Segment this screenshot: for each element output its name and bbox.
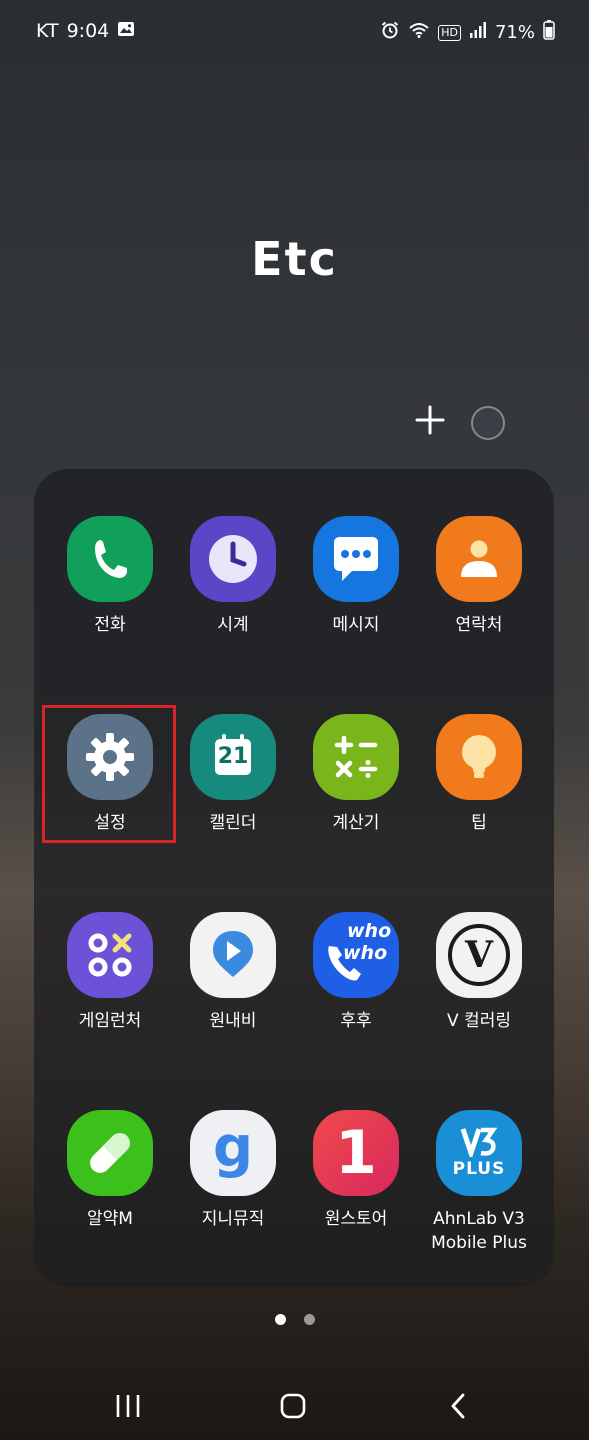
genie-logo-text: g — [212, 1115, 254, 1180]
back-button[interactable] — [428, 1386, 488, 1426]
pill-icon — [67, 1110, 153, 1196]
v-coloring-icon: V — [436, 912, 522, 998]
app-onestore[interactable]: 1 원스토어 — [295, 1110, 417, 1231]
app-label: 메시지 — [332, 615, 380, 635]
recents-button[interactable] — [98, 1386, 158, 1426]
message-icon — [313, 516, 399, 602]
status-right: HD 71% — [380, 20, 555, 45]
settings-highlight-box — [42, 705, 176, 843]
ahnlab-plus-text: PLUS — [452, 1159, 506, 1179]
ahnlab-v3-icon: PLUS — [436, 1110, 522, 1196]
recents-icon — [116, 1395, 140, 1417]
genie-music-icon: g — [190, 1110, 276, 1196]
app-calculator[interactable]: 계산기 — [295, 714, 417, 835]
home-button[interactable] — [263, 1386, 323, 1426]
app-contacts[interactable]: 연락처 — [418, 516, 540, 637]
calendar-icon: 21 — [190, 714, 276, 800]
page-dot[interactable] — [303, 1314, 315, 1325]
status-bar: KT 9:04 HD 71% — [0, 0, 589, 64]
hd-icon: HD — [438, 24, 461, 41]
app-alyac-m[interactable]: 알약M — [49, 1110, 171, 1231]
page-dot-active[interactable] — [274, 1314, 286, 1325]
app-v-coloring[interactable]: V V 컬러링 — [418, 912, 540, 1033]
whowho-icon: who who — [313, 912, 399, 998]
app-label: 원스토어 — [324, 1209, 388, 1229]
v-logo-text: V — [465, 934, 493, 976]
lightbulb-icon — [436, 714, 522, 800]
page-indicator — [0, 1314, 589, 1325]
game-launcher-icon — [67, 912, 153, 998]
navigation-icon — [190, 912, 276, 998]
app-clock[interactable]: 시계 — [172, 516, 294, 637]
onestore-icon: 1 — [313, 1110, 399, 1196]
whowho-text-2: who — [343, 942, 388, 964]
v3-logo-icon — [460, 1127, 498, 1157]
time-label: 9:04 — [66, 20, 110, 42]
folder-color-button[interactable] — [471, 406, 505, 440]
onestore-logo-text: 1 — [335, 1118, 377, 1188]
home-icon — [280, 1393, 306, 1419]
app-phone[interactable]: 전화 — [49, 516, 171, 637]
app-tips[interactable]: 팁 — [418, 714, 540, 835]
folder-title[interactable]: Etc — [0, 232, 589, 286]
navigation-bar — [0, 1370, 589, 1440]
app-label: 캘린더 — [209, 813, 257, 833]
calendar-day: 21 — [217, 744, 249, 769]
alarm-icon — [380, 20, 400, 45]
app-label: 연락처 — [455, 615, 503, 635]
image-icon — [117, 20, 135, 42]
app-calendar[interactable]: 21 캘린더 — [172, 714, 294, 835]
carrier-label: KT — [36, 20, 59, 42]
back-icon — [451, 1393, 465, 1419]
calculator-icon — [313, 714, 399, 800]
app-label: 팁 — [471, 813, 487, 833]
app-label: 시계 — [217, 615, 249, 635]
wifi-icon — [408, 21, 430, 44]
app-label: 알약M — [87, 1209, 133, 1229]
battery-percent: 71% — [494, 22, 535, 43]
app-game-launcher[interactable]: 게임런처 — [49, 912, 171, 1033]
plus-icon — [415, 405, 445, 435]
app-label: V 컬러링 — [447, 1011, 511, 1031]
whowho-text-1: who — [347, 920, 392, 942]
app-label: 게임런처 — [78, 1011, 142, 1031]
app-label: 후후 — [340, 1011, 372, 1031]
app-label: 계산기 — [332, 813, 380, 833]
contacts-icon — [436, 516, 522, 602]
add-apps-button[interactable] — [410, 400, 450, 440]
app-label: 지니뮤직 — [201, 1209, 265, 1229]
app-label: 전화 — [94, 615, 126, 635]
battery-icon — [543, 20, 555, 45]
status-left: KT 9:04 — [36, 20, 135, 42]
app-messages[interactable]: 메시지 — [295, 516, 417, 637]
app-whowho[interactable]: who who 후후 — [295, 912, 417, 1033]
app-label: AhnLab V3 Mobile Plus — [431, 1209, 527, 1253]
app-onenavi[interactable]: 원내비 — [172, 912, 294, 1033]
app-ahnlab-v3[interactable]: PLUS AhnLab V3 Mobile Plus — [418, 1110, 540, 1255]
app-label: 원내비 — [209, 1011, 257, 1031]
phone-icon — [67, 516, 153, 602]
clock-icon — [190, 516, 276, 602]
signal-icon — [469, 21, 487, 44]
app-genie-music[interactable]: g 지니뮤직 — [172, 1110, 294, 1231]
